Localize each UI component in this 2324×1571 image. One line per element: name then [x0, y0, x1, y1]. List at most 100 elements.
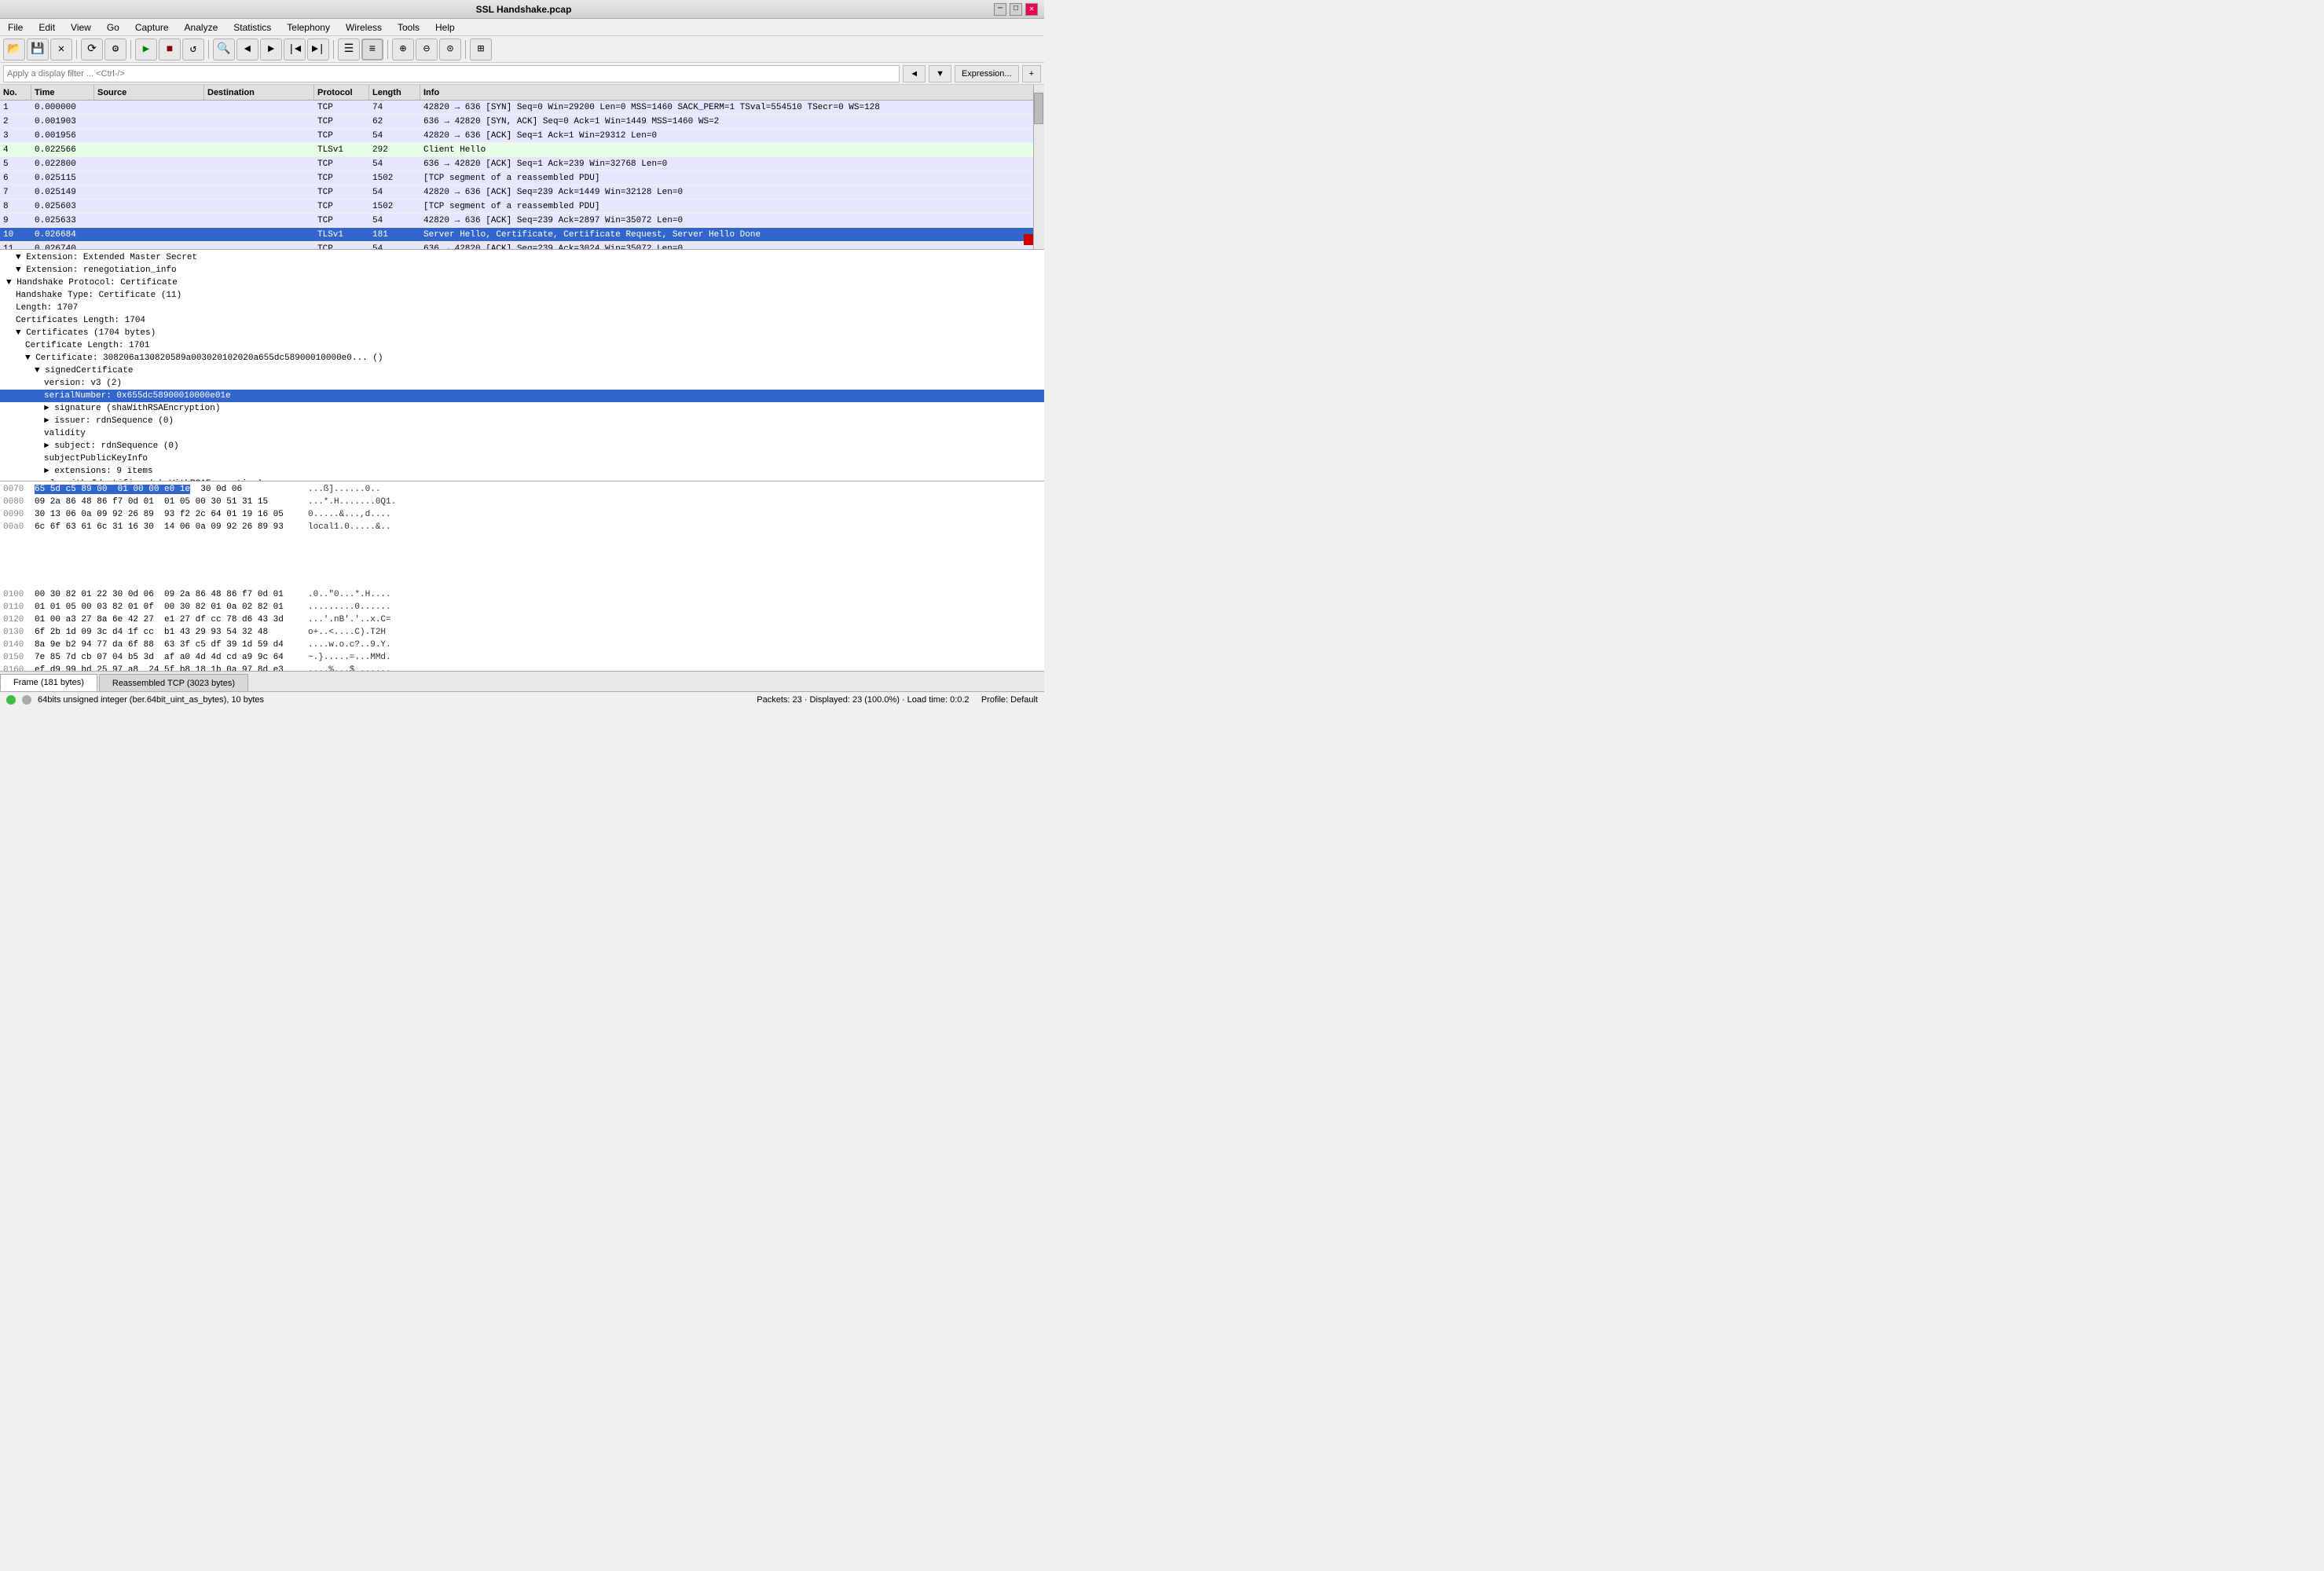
table-row[interactable]: 30.001956TCP5442820 → 636 [ACK] Seq=1 Ac…	[0, 129, 1044, 143]
detail-item[interactable]: ▼ Certificate: 308206a130820589a00302010…	[0, 352, 1044, 364]
detail-item[interactable]: ▼ signedCertificate	[0, 364, 1044, 377]
menu-statistics[interactable]: Statistics	[225, 19, 279, 35]
detail-item[interactable]: ► issuer: rdnSequence (0)	[0, 415, 1044, 427]
detail-item[interactable]: Certificate Length: 1701	[0, 339, 1044, 352]
close-button[interactable]: ✕	[1025, 3, 1038, 16]
menu-telephony[interactable]: Telephony	[279, 19, 338, 35]
table-cell: 2	[0, 115, 31, 128]
menu-file[interactable]: File	[0, 19, 31, 35]
packet-list-scrollbar[interactable]	[1033, 85, 1044, 249]
table-cell	[94, 171, 204, 185]
menu-analyze[interactable]: Analyze	[177, 19, 226, 35]
reload-button[interactable]: ⟳	[81, 38, 103, 60]
detail-item[interactable]: ▼ Extension: Extended Master Secret	[0, 251, 1044, 264]
separator	[76, 40, 77, 59]
table-row[interactable]: 50.022800TCP54636 → 42820 [ACK] Seq=1 Ac…	[0, 157, 1044, 171]
table-cell: [TCP segment of a reassembled PDU]	[420, 200, 1044, 213]
go-forward-button[interactable]: ►	[260, 38, 282, 60]
detail-item[interactable]: ▼ Extension: renegotiation_info	[0, 264, 1044, 276]
start-capture-button[interactable]: ▶	[135, 38, 157, 60]
expression-button[interactable]: Expression...	[955, 65, 1019, 82]
detail-item[interactable]: Length: 1707	[0, 302, 1044, 314]
hex-ascii: .........0......	[302, 602, 391, 612]
main-content: No. Time Source Destination Protocol Len…	[0, 85, 1044, 691]
go-back-button[interactable]: ◄	[236, 38, 258, 60]
table-row[interactable]: 80.025603TCP1502[TCP segment of a reasse…	[0, 200, 1044, 214]
detail-item[interactable]: ▼ Handshake Protocol: Certificate	[0, 276, 1044, 289]
filter-dropdown-button[interactable]: ▼	[929, 65, 951, 82]
open-file-button[interactable]: 📂	[3, 38, 25, 60]
table-row[interactable]: 110.026740TCP54636 → 42820 [ACK] Seq=239…	[0, 242, 1044, 249]
close-capture-button[interactable]: ✕	[50, 38, 72, 60]
menu-tools[interactable]: Tools	[390, 19, 427, 35]
detail-item[interactable]: Handshake Type: Certificate (11)	[0, 289, 1044, 302]
menu-edit[interactable]: Edit	[31, 19, 63, 35]
hex-offset: 0110	[3, 602, 35, 612]
table-cell: 42820 → 636 [ACK] Seq=239 Ack=1449 Win=3…	[420, 185, 1044, 199]
display-filter-input[interactable]	[3, 65, 900, 82]
filter-arrow-left-button[interactable]: ◄	[903, 65, 926, 82]
resize-columns-button[interactable]: ⊞	[470, 38, 492, 60]
detail-item[interactable]: version: v3 (2)	[0, 377, 1044, 390]
menu-help[interactable]: Help	[427, 19, 463, 35]
zoom-out-button[interactable]: ⊖	[416, 38, 438, 60]
detail-item[interactable]: ► subject: rdnSequence (0)	[0, 440, 1044, 452]
detail-item[interactable]: ► extensions: 9 items	[0, 465, 1044, 478]
hex-row: 00a06c 6f 63 61 6c 31 16 30 14 06 0a 09 …	[0, 521, 1044, 533]
hex-bytes: 6c 6f 63 61 6c 31 16 30 14 06 0a 09 92 2…	[35, 522, 302, 532]
hex-bytes: 8a 9e b2 94 77 da 6f 88 63 3f c5 df 39 1…	[35, 640, 302, 650]
detail-item[interactable]: ▼ Certificates (1704 bytes)	[0, 327, 1044, 339]
table-cell: 54	[369, 157, 420, 170]
find-packet-button[interactable]: 🔍	[213, 38, 235, 60]
go-last-button[interactable]: ►|	[307, 38, 329, 60]
tab-item[interactable]: Reassembled TCP (3023 bytes)	[99, 674, 248, 691]
table-cell	[94, 157, 204, 170]
table-row[interactable]: 10.000000TCP7442820 → 636 [SYN] Seq=0 Wi…	[0, 101, 1044, 115]
toolbar: 📂 💾 ✕ ⟳ ⚙ ▶ ■ ↺ 🔍 ◄ ► |◄ ►| ☰ ≡ ⊕ ⊖ ⊙ ⊞	[0, 36, 1044, 63]
detail-text: validity	[44, 429, 86, 438]
table-cell	[204, 157, 314, 170]
table-cell: 181	[369, 228, 420, 241]
col-dest: Destination	[204, 85, 314, 100]
table-cell: 9	[0, 214, 31, 227]
minimize-button[interactable]: ─	[994, 3, 1006, 16]
table-row[interactable]: 20.001903TCP62636 → 42820 [SYN, ACK] Seq…	[0, 115, 1044, 129]
detail-item[interactable]: validity	[0, 427, 1044, 440]
menu-view[interactable]: View	[63, 19, 99, 35]
stop-capture-button[interactable]: ■	[159, 38, 181, 60]
save-file-button[interactable]: 💾	[27, 38, 49, 60]
auto-scroll-button[interactable]: ≡	[361, 38, 383, 60]
colorize-button[interactable]: ☰	[338, 38, 360, 60]
zoom-normal-button[interactable]: ⊙	[439, 38, 461, 60]
menu-capture[interactable]: Capture	[127, 19, 177, 35]
zoom-in-button[interactable]: ⊕	[392, 38, 414, 60]
table-row[interactable]: 60.025115TCP1502[TCP segment of a reasse…	[0, 171, 1044, 185]
add-filter-button[interactable]: +	[1022, 65, 1041, 82]
menu-go[interactable]: Go	[99, 19, 127, 35]
table-row[interactable]: 90.025633TCP5442820 → 636 [ACK] Seq=239 …	[0, 214, 1044, 228]
detail-item[interactable]: subjectPublicKeyInfo	[0, 452, 1044, 465]
table-cell	[94, 101, 204, 114]
tab-item[interactable]: Frame (181 bytes)	[0, 674, 97, 691]
scrollbar-thumb[interactable]	[1034, 93, 1043, 124]
capture-options-button[interactable]: ⚙	[104, 38, 126, 60]
title-controls: ─ □ ✕	[994, 3, 1038, 16]
detail-item[interactable]: Certificates Length: 1704	[0, 314, 1044, 327]
table-cell: 54	[369, 242, 420, 249]
hex-row: 009030 13 06 0a 09 92 26 89 93 f2 2c 64 …	[0, 508, 1044, 521]
table-row[interactable]: 70.025149TCP5442820 → 636 [ACK] Seq=239 …	[0, 185, 1044, 200]
restart-button[interactable]: ↺	[182, 38, 204, 60]
maximize-button[interactable]: □	[1010, 3, 1022, 16]
table-row[interactable]: 100.026684TLSv1181Server Hello, Certific…	[0, 228, 1044, 242]
detail-item[interactable]: serialNumber: 0x655dc58900010000e01e	[0, 390, 1044, 402]
detail-item[interactable]: ► signature (shaWithRSAEncryption)	[0, 402, 1044, 415]
title-bar: SSL Handshake.pcap ─ □ ✕	[0, 0, 1044, 19]
menu-wireless[interactable]: Wireless	[338, 19, 390, 35]
go-first-button[interactable]: |◄	[284, 38, 306, 60]
table-cell	[94, 228, 204, 241]
table-row[interactable]: 40.022566TLSv1292Client Hello	[0, 143, 1044, 157]
table-cell: 0.022566	[31, 143, 94, 156]
table-cell: 54	[369, 185, 420, 199]
hex-row: 01507e 85 7d cb 07 04 b5 3d af a0 4d 4d …	[0, 651, 1044, 664]
detail-text: ▼ signedCertificate	[35, 366, 133, 375]
